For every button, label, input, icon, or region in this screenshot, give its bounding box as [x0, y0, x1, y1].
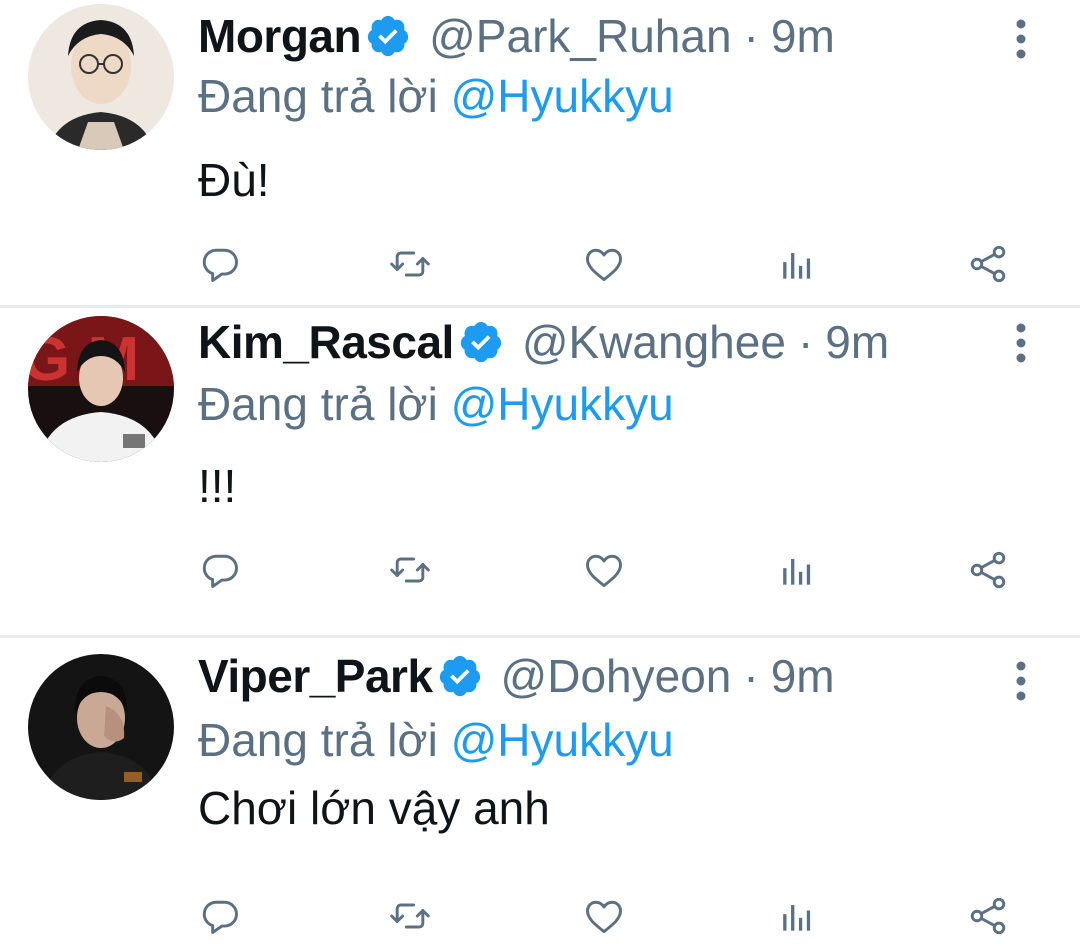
stats-icon[interactable] — [774, 548, 818, 592]
more-options-icon[interactable] — [1004, 656, 1038, 706]
stats-icon[interactable] — [774, 894, 818, 938]
verified-badge-icon — [365, 13, 411, 59]
like-icon[interactable] — [582, 894, 626, 938]
tweet-header: Kim_Rascal @Kwanghee · 9m — [198, 312, 889, 372]
display-name[interactable]: Kim_Rascal — [198, 312, 454, 372]
reply-icon[interactable] — [198, 548, 242, 592]
more-options-icon[interactable] — [1004, 318, 1038, 368]
replying-to-label: Đang trả lời — [198, 378, 438, 430]
replying-to-label: Đang trả lời — [198, 70, 438, 122]
replying-to: Đang trả lời @Hyukkyu — [198, 710, 674, 770]
tweet-text: !!! — [198, 460, 237, 512]
tweet-actions — [0, 540, 1080, 600]
replying-to: Đang trả lời @Hyukkyu — [198, 66, 674, 126]
timestamp[interactable]: 9m — [771, 6, 835, 66]
retweet-icon[interactable] — [388, 894, 432, 938]
avatar[interactable] — [28, 654, 174, 800]
tweet-actions — [0, 234, 1080, 294]
share-icon[interactable] — [966, 548, 1010, 592]
tweet-header: Viper_Park @Dohyeon · 9m — [198, 646, 835, 706]
verified-badge-icon — [437, 653, 483, 699]
reply-icon[interactable] — [198, 242, 242, 286]
retweet-icon[interactable] — [388, 548, 432, 592]
reply-icon[interactable] — [198, 894, 242, 938]
replying-to-label: Đang trả lời — [198, 714, 438, 766]
avatar[interactable] — [28, 4, 174, 150]
like-icon[interactable] — [582, 548, 626, 592]
user-handle[interactable]: @Kwanghee — [522, 312, 786, 372]
display-name[interactable]: Viper_Park — [198, 646, 433, 706]
replying-to: Đang trả lời @Hyukkyu — [198, 374, 674, 434]
mention-link[interactable]: @Hyukkyu — [451, 378, 674, 430]
share-icon[interactable] — [966, 894, 1010, 938]
mention-link[interactable]: @Hyukkyu — [451, 70, 674, 122]
user-handle[interactable]: @Park_Ruhan — [429, 6, 731, 66]
display-name[interactable]: Morgan — [198, 6, 362, 66]
tweet-text: Chơi lớn vậy anh — [198, 782, 550, 834]
reply-feed: Morgan @Park_Ruhan · 9m Đang trả lời @Hy… — [0, 0, 1080, 952]
retweet-icon[interactable] — [388, 242, 432, 286]
timestamp[interactable]: 9m — [825, 312, 889, 372]
tweet[interactable]: Viper_Park @Dohyeon · 9m Đang trả lời @H… — [0, 638, 1080, 952]
mention-link[interactable]: @Hyukkyu — [451, 714, 674, 766]
more-options-icon[interactable] — [1004, 14, 1038, 64]
user-handle[interactable]: @Dohyeon — [501, 646, 732, 706]
separator: · — [743, 10, 759, 62]
verified-badge-icon — [458, 319, 504, 365]
tweet[interactable]: Morgan @Park_Ruhan · 9m Đang trả lời @Hy… — [0, 0, 1080, 308]
stats-icon[interactable] — [774, 242, 818, 286]
tweet-text: Đù! — [198, 154, 270, 206]
timestamp[interactable]: 9m — [771, 646, 835, 706]
separator: · — [743, 650, 759, 702]
tweet-actions — [0, 886, 1080, 946]
share-icon[interactable] — [966, 242, 1010, 286]
tweet-header: Morgan @Park_Ruhan · 9m — [198, 6, 835, 66]
avatar[interactable]: G M — [28, 316, 174, 462]
like-icon[interactable] — [582, 242, 626, 286]
separator: · — [797, 316, 814, 368]
tweet[interactable]: G M Kim_Rascal @Kwanghee · 9m — [0, 308, 1080, 638]
